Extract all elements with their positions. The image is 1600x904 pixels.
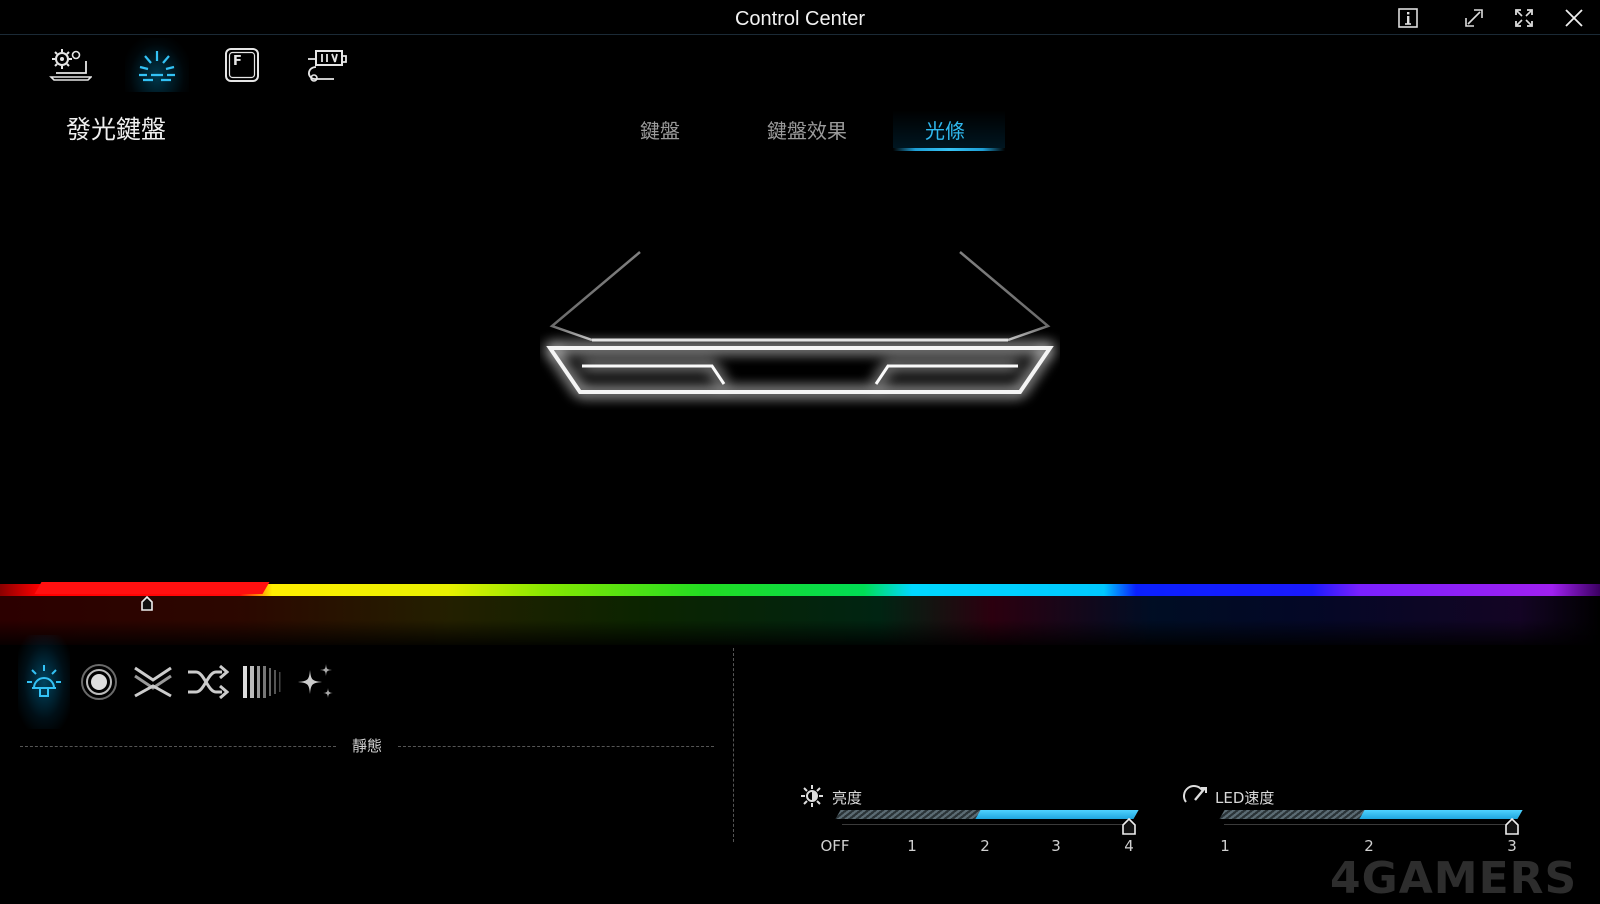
lighting-icon [139,51,175,82]
tab-keyboard[interactable]: 鍵盤 [640,115,680,144]
page-title: 發光鍵盤 [66,115,167,144]
settings-laptop-icon [49,49,92,81]
function-key-icon: F [225,48,259,82]
led-speed-label: LED速度 [1215,789,1275,807]
selected-effect-label: 靜態 [351,737,382,755]
close-icon [1565,9,1583,27]
effect-breathing[interactable] [73,635,125,729]
panel-divider [733,648,734,842]
brightness-handle[interactable] [1122,818,1136,835]
effect-sparkle[interactable] [290,635,342,729]
effect-divider-left [20,746,336,747]
tab-active-underline [893,148,1005,151]
color-picker-handle[interactable] [141,596,153,612]
wave-icon [134,666,172,698]
effect-divider-right [398,746,714,747]
brightness-tick-3: 3 [1051,837,1061,855]
info-button[interactable] [1390,4,1426,32]
restore-icon [1465,9,1483,27]
svg-text:F: F [233,54,242,69]
brightness-fill [975,810,1139,819]
selected-color-segment [34,582,270,594]
brightness-tick-off: OFF [820,837,850,855]
tab-keyboard-effects[interactable]: 鍵盤效果 [767,115,847,144]
effect-spectrum[interactable] [236,635,288,729]
maximize-button[interactable] [1506,4,1542,32]
led-speed-fill [1359,810,1523,819]
speed-gauge-icon [1183,785,1207,803]
light-bar-preview [546,251,1054,394]
random-icon [188,664,229,700]
info-icon [1398,8,1418,28]
brightness-tick-2: 2 [980,837,990,855]
nav-lighting[interactable] [125,38,189,92]
led-speed-tick-1: 1 [1220,837,1230,855]
effect-static[interactable] [18,635,70,729]
brightness-label: 亮度 [832,789,863,807]
brightness-tick-1: 1 [907,837,917,855]
effect-wave[interactable] [127,635,179,729]
sparkle-icon [298,664,333,698]
led-speed-handle[interactable] [1505,818,1519,835]
brightness-icon [801,785,823,807]
led-speed-tick-line [1224,824,1514,825]
nav-gaming-devices[interactable] [294,38,358,92]
spectrum-icon [243,666,281,698]
nav-system-settings[interactable] [38,38,102,92]
gaming-mouse-icon [308,50,347,82]
effect-random[interactable] [181,635,233,729]
breathing-icon [81,664,117,700]
brightness-tick-4: 4 [1124,837,1134,855]
restore-button[interactable] [1456,4,1492,32]
app-title: Control Center [734,8,866,30]
nav-function-keys[interactable]: F [210,38,274,92]
brightness-tick-line [842,824,1132,825]
watermark: 4GAMERS [1330,853,1578,904]
static-icon [27,665,61,697]
close-button[interactable] [1556,4,1592,32]
tab-light-bar[interactable]: 光條 [925,115,965,144]
maximize-icon [1515,9,1533,27]
